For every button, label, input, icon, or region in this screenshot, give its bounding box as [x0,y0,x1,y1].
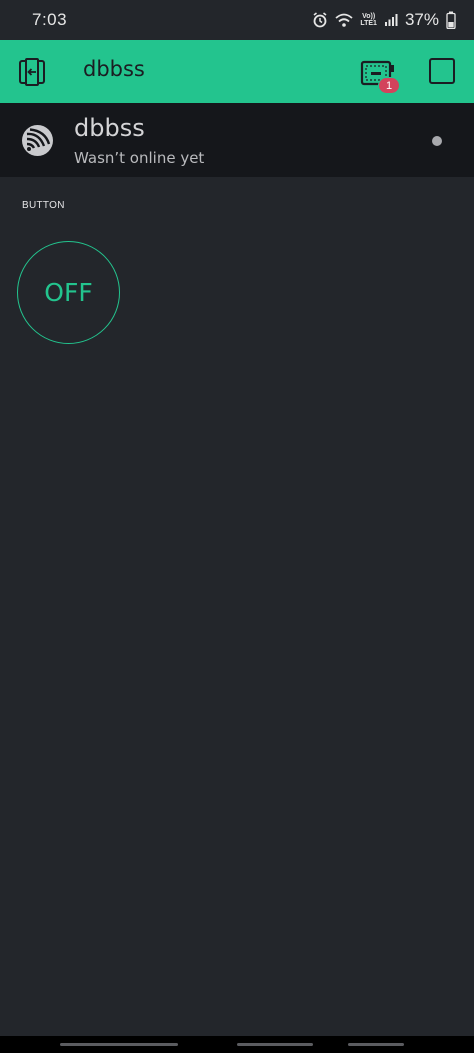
app-header: dbbss 1 [0,40,474,103]
nav-recents-pill[interactable] [60,1043,178,1046]
status-bar: 7:03 Vo)) LTE1 37% [0,0,474,40]
nav-back-pill[interactable] [348,1043,404,1046]
device-status: Wasn’t online yet [74,149,205,167]
device-row[interactable]: dbbss Wasn’t online yet [0,103,474,177]
battery-percent: 37% [404,10,439,29]
page-title: dbbss [83,57,145,81]
widget-box-button[interactable] [429,58,455,84]
nav-home-pill[interactable] [237,1043,313,1046]
back-button[interactable] [17,57,47,87]
widget-label: BUTTON [22,200,65,211]
wifi-icon [335,13,353,28]
lte-top-label: Vo)) [362,13,376,20]
online-status-dot [432,136,442,146]
alarm-icon [312,12,328,28]
esp-chip-icon [21,124,54,157]
system-nav-bar [0,1036,474,1053]
toggle-state-label: OFF [44,278,93,307]
app-screen: 7:03 Vo)) LTE1 37% dbbss 1 dbbss Wasn’t … [0,0,474,1053]
battery-icon [446,11,456,29]
toggle-button[interactable]: OFF [17,241,120,344]
lte-icon: Vo)) LTE1 [360,13,377,27]
status-icons: Vo)) LTE1 37% [312,10,456,30]
device-name: dbbss [74,114,145,142]
notification-badge: 1 [378,77,400,94]
exit-icon [19,58,45,86]
status-time: 7:03 [32,10,68,29]
lte-bottom-label: LTE1 [360,20,377,27]
signal-icon [384,13,398,27]
